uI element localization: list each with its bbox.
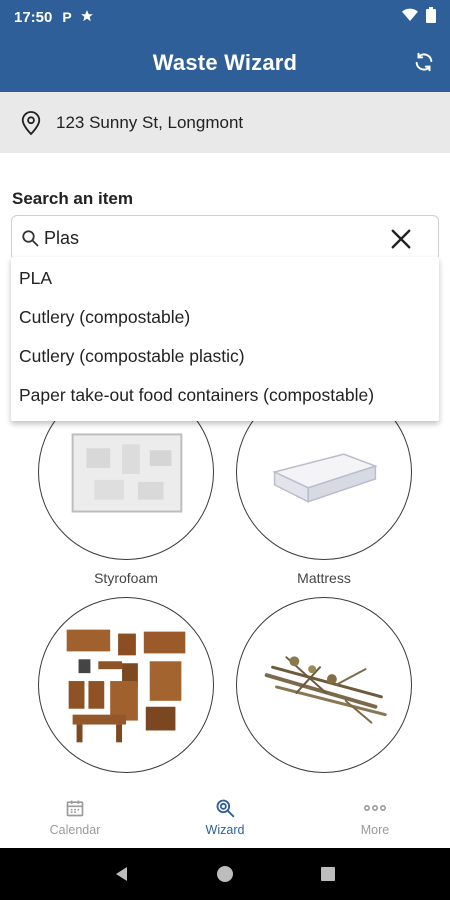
suggestions-dropdown: PLA Cutlery (compostable) Cutlery (compo… (11, 257, 439, 421)
suggestion-item[interactable]: PLA (11, 259, 439, 298)
back-icon[interactable] (110, 862, 134, 886)
item-label: Mattress (297, 570, 351, 586)
calendar-icon (64, 797, 86, 819)
suggestion-item[interactable]: Paper take-out food containers (composta… (11, 376, 439, 415)
star-icon (80, 9, 94, 26)
status-time: 17:50 (14, 8, 53, 26)
item-tile[interactable] (38, 597, 214, 773)
bottom-nav: Calendar Wizard More (0, 782, 450, 848)
suggestion-item[interactable]: Cutlery (compostable) (11, 298, 439, 337)
nav-wizard[interactable]: Wizard (150, 782, 300, 848)
search-input[interactable]: Plas (11, 215, 439, 261)
wifi-icon (402, 8, 418, 26)
nav-label: Calendar (49, 823, 101, 837)
recents-icon[interactable] (316, 862, 340, 886)
more-dots-icon (364, 797, 386, 819)
branches-image (236, 597, 412, 773)
app-bar: Waste Wizard (0, 34, 450, 92)
location-pin-icon (18, 109, 44, 137)
item-label: Styrofoam (94, 570, 158, 586)
address-text: 123 Sunny St, Longmont (56, 112, 244, 132)
close-icon[interactable] (388, 226, 414, 252)
app-title: Waste Wizard (152, 50, 298, 75)
item-tile[interactable] (236, 597, 412, 773)
furniture-image (38, 597, 214, 773)
nav-calendar[interactable]: Calendar (0, 782, 150, 848)
nav-label: More (360, 823, 390, 837)
battery-icon (426, 7, 436, 27)
nav-label: Wizard (205, 823, 245, 837)
nav-more[interactable]: More (300, 782, 450, 848)
refresh-icon[interactable] (410, 48, 438, 76)
parking-icon: P (62, 9, 72, 25)
search-label: Search an item (12, 189, 133, 208)
wizard-search-icon (214, 797, 236, 819)
search-value: Plas (44, 227, 80, 248)
screen: 17:50 P Waste Wizard 123 Sunny St, Longm… (0, 0, 450, 900)
status-right (402, 7, 436, 27)
address-row[interactable]: 123 Sunny St, Longmont (0, 92, 450, 153)
status-bar: 17:50 P (0, 0, 450, 34)
system-nav (0, 848, 450, 900)
home-icon[interactable] (213, 862, 237, 886)
search-icon (20, 228, 40, 248)
suggestion-item[interactable]: Cutlery (compostable plastic) (11, 337, 439, 376)
